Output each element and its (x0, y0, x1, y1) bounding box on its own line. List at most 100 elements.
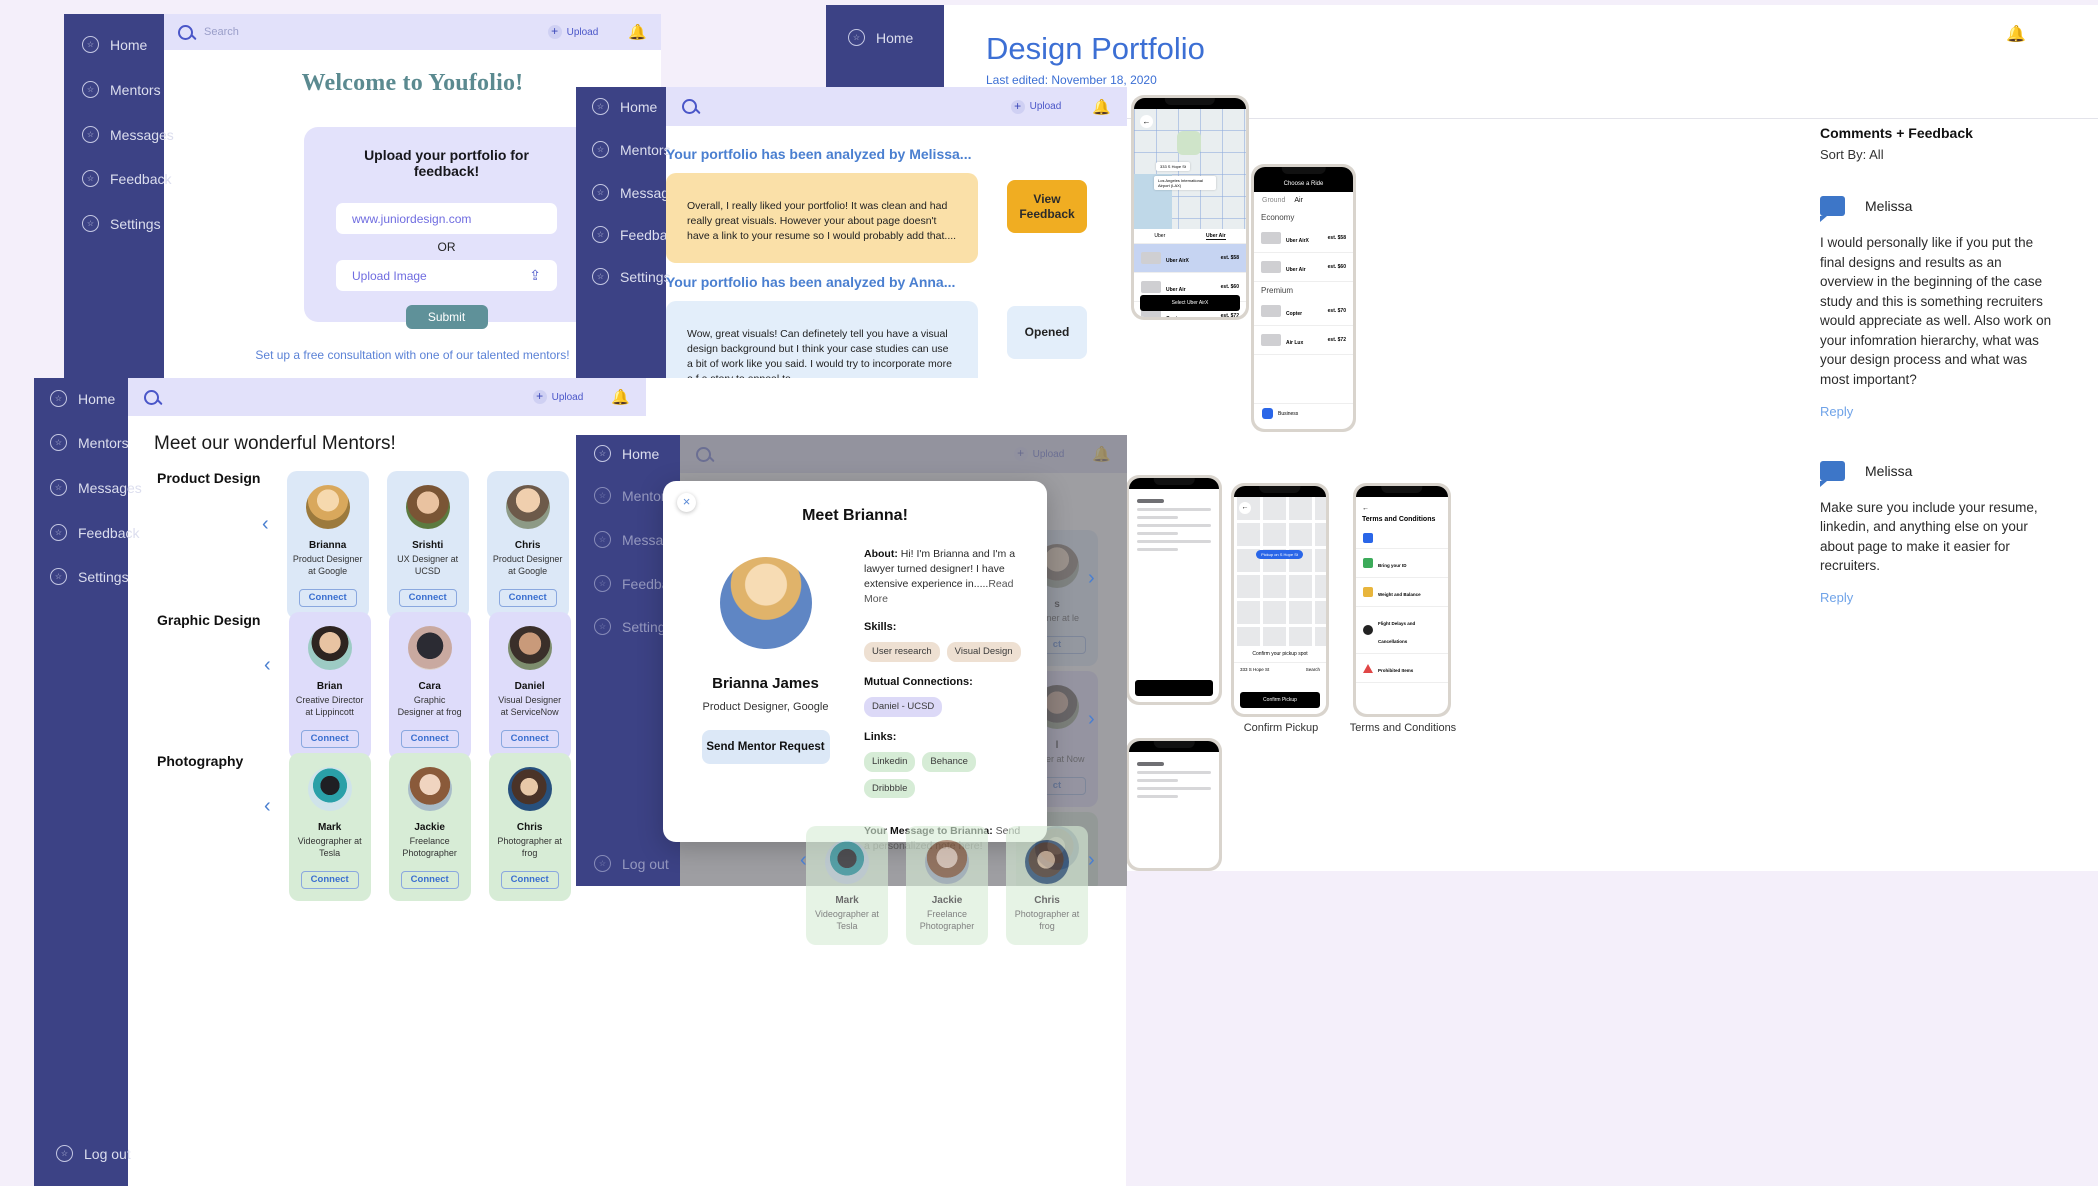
connect-button[interactable]: Connect (400, 729, 459, 748)
link-chip-linkedin[interactable]: Linkedin (864, 752, 916, 772)
upload-button[interactable]: + Upload (532, 390, 583, 404)
sidebar-item-settings[interactable]: ☆ Settings (592, 268, 671, 285)
star-circle-icon: ☆ (848, 29, 865, 46)
mentor-card[interactable]: Brian Creative Director at Lippincott Co… (288, 612, 371, 760)
sort-by-control[interactable]: Sort By: All (1820, 147, 2058, 162)
sidebar-item-settings[interactable]: ☆ Settings (82, 215, 161, 232)
reply-link[interactable]: Reply (1820, 404, 2058, 419)
mentor-card[interactable]: Mark Videographer at Tesla Connect (288, 753, 371, 901)
ride-name: Uber Air (1166, 287, 1186, 294)
close-icon[interactable]: × (677, 493, 696, 512)
portfolio-url-input[interactable]: www.juniordesign.com (336, 203, 557, 234)
mentor-card[interactable]: Chris Product Designer at Google Connect (486, 471, 569, 619)
carousel-prev-arrow[interactable]: ‹ (264, 654, 271, 677)
link-chip-dribbble[interactable]: Dribbble (864, 778, 916, 799)
ride-option-row[interactable]: Uber AirX est. $58 (1134, 244, 1246, 274)
confirm-pickup-button[interactable]: Confirm Pickup (1240, 692, 1320, 708)
select-ride-button[interactable]: Select Uber AirX (1140, 295, 1240, 311)
opened-status-button[interactable]: Opened (1007, 306, 1087, 359)
carousel-next-arrow[interactable]: › (1088, 849, 1095, 872)
search-input[interactable]: Search (204, 26, 239, 38)
ride-name: Uber Air (1286, 267, 1306, 273)
terms-item: Weight and Balance (1356, 578, 1448, 607)
or-label: OR (437, 240, 456, 254)
send-mentor-request-button[interactable]: Send Mentor Request (701, 730, 830, 764)
search-label[interactable]: Search (1306, 667, 1320, 672)
ride-option-row[interactable]: Air Lux est. $72 (1254, 326, 1353, 355)
search-icon[interactable] (682, 99, 697, 114)
mentor-card[interactable]: Mark Videographer at Tesla (806, 826, 888, 945)
tab-air[interactable]: Air (1294, 197, 1303, 204)
tab-uber-air[interactable]: Uber Air (1206, 233, 1226, 241)
sidebar-item-home[interactable]: ☆ Home (594, 445, 659, 462)
upload-button[interactable]: + Upload (547, 25, 598, 39)
connect-button[interactable]: Connect (300, 870, 359, 889)
ride-option-row[interactable]: Uber AirX est. $58 (1254, 224, 1353, 253)
welcome-window: ☆ Home ☆ Mentors ☆ Messages ☆ Feedback ☆… (64, 14, 661, 389)
ride-option-row[interactable]: Copter est. $70 (1254, 297, 1353, 326)
sidebar-item-home[interactable]: ☆ Home (592, 98, 657, 115)
sidebar-item-home[interactable]: ☆ Home (848, 29, 913, 46)
upload-button[interactable]: + Upload (1010, 99, 1061, 114)
submit-button[interactable]: Submit (405, 305, 488, 329)
sidebar-item-home[interactable]: ☆ Home (50, 390, 115, 407)
sidebar-item-logout[interactable]: ☆ Log out (56, 1145, 131, 1162)
sidebar-item-logout[interactable]: ☆ Log out (594, 855, 669, 872)
avatar (925, 840, 969, 884)
sidebar-item-mentors[interactable]: ☆ Mentors (594, 487, 673, 504)
search-icon[interactable] (144, 389, 159, 405)
sidebar-item-messages[interactable]: ☆ Messages (82, 126, 174, 143)
sidebar-item-settings[interactable]: ☆ Settings (594, 618, 673, 635)
mentor-card[interactable]: Jackie Freelance Photographer (906, 826, 988, 945)
mentor-card[interactable]: Cara Graphic Designer at frog Connect (388, 612, 471, 760)
connect-button[interactable]: Connect (298, 588, 357, 607)
connect-button[interactable]: Connect (300, 729, 359, 748)
skill-chip[interactable]: User research (864, 642, 940, 662)
notification-bell-icon[interactable]: 🔔 (1092, 98, 1111, 116)
pickup-address: 333 S Hope St (1240, 666, 1270, 672)
carousel-next-arrow[interactable]: › (1088, 708, 1095, 731)
notification-bell-icon[interactable]: 🔔 (611, 388, 630, 406)
notification-bell-icon[interactable]: 🔔 (2006, 24, 2026, 44)
mentor-card[interactable]: Brianna Product Designer at Google Conne… (286, 471, 369, 619)
pin-label: 333 S Hope St (1156, 161, 1191, 171)
sidebar-item-mentors[interactable]: ☆ Mentors (592, 141, 671, 158)
connect-button[interactable]: Connect (500, 729, 559, 748)
notification-bell-icon[interactable]: 🔔 (628, 23, 647, 41)
sidebar-item-messages[interactable]: ☆ Messages (50, 479, 142, 496)
comment-text: I would personally like if you put the f… (1820, 235, 2052, 387)
mutual-chips: Daniel - UCSD (864, 697, 1021, 717)
sidebar-item-feedback[interactable]: ☆ Feedback (82, 170, 171, 187)
sidebar-item-label: Settings (110, 215, 161, 232)
connect-button[interactable]: Connect (398, 588, 457, 607)
connect-button[interactable]: Connect (400, 870, 459, 889)
mentor-card[interactable]: Chris Photographer at frog (1006, 826, 1088, 945)
tab-ground[interactable]: Ground (1262, 197, 1285, 204)
mentor-card[interactable]: Jackie Freelance Photographer Connect (388, 753, 471, 901)
mutual-chip[interactable]: Daniel - UCSD (864, 697, 943, 717)
sidebar-item-mentors[interactable]: ☆ Mentors (50, 434, 129, 451)
reply-link[interactable]: Reply (1820, 590, 2058, 605)
ride-option-row[interactable]: Uber Air est. $60 (1254, 253, 1353, 282)
sidebar-item-label: Log out (84, 1145, 131, 1162)
section-label-graphic-design: Graphic Design (157, 612, 261, 628)
skill-chip[interactable]: Visual Design (946, 642, 1021, 662)
view-feedback-button[interactable]: View Feedback (1007, 180, 1087, 233)
connect-button[interactable]: Connect (498, 588, 557, 607)
link-chip-behance[interactable]: Behance (922, 752, 976, 772)
sidebar-item-feedback[interactable]: ☆ Feedback (50, 524, 139, 541)
carousel-prev-arrow[interactable]: ‹ (264, 795, 271, 818)
carousel-next-arrow[interactable]: › (1088, 567, 1095, 590)
tab-uber[interactable]: Uber (1154, 233, 1165, 240)
mentor-card[interactable]: Chris Photographer at frog Connect (488, 753, 571, 901)
mentor-card[interactable]: Srishti UX Designer at UCSD Connect (386, 471, 469, 619)
sidebar-item-home[interactable]: ☆ Home (82, 36, 147, 53)
connect-button[interactable]: Connect (500, 870, 559, 889)
sidebar-item-settings[interactable]: ☆ Settings (50, 568, 129, 585)
mentor-row-graphic-design: ‹ Brian Creative Director at Lippincott … (264, 612, 595, 760)
mentor-card[interactable]: Daniel Visual Designer at ServiceNow Con… (488, 612, 571, 760)
search-icon[interactable] (178, 24, 193, 40)
about-label: About: (864, 548, 898, 560)
carousel-prev-arrow[interactable]: ‹ (262, 513, 269, 536)
upload-image-field[interactable]: Upload Image ⇪ (336, 260, 557, 291)
